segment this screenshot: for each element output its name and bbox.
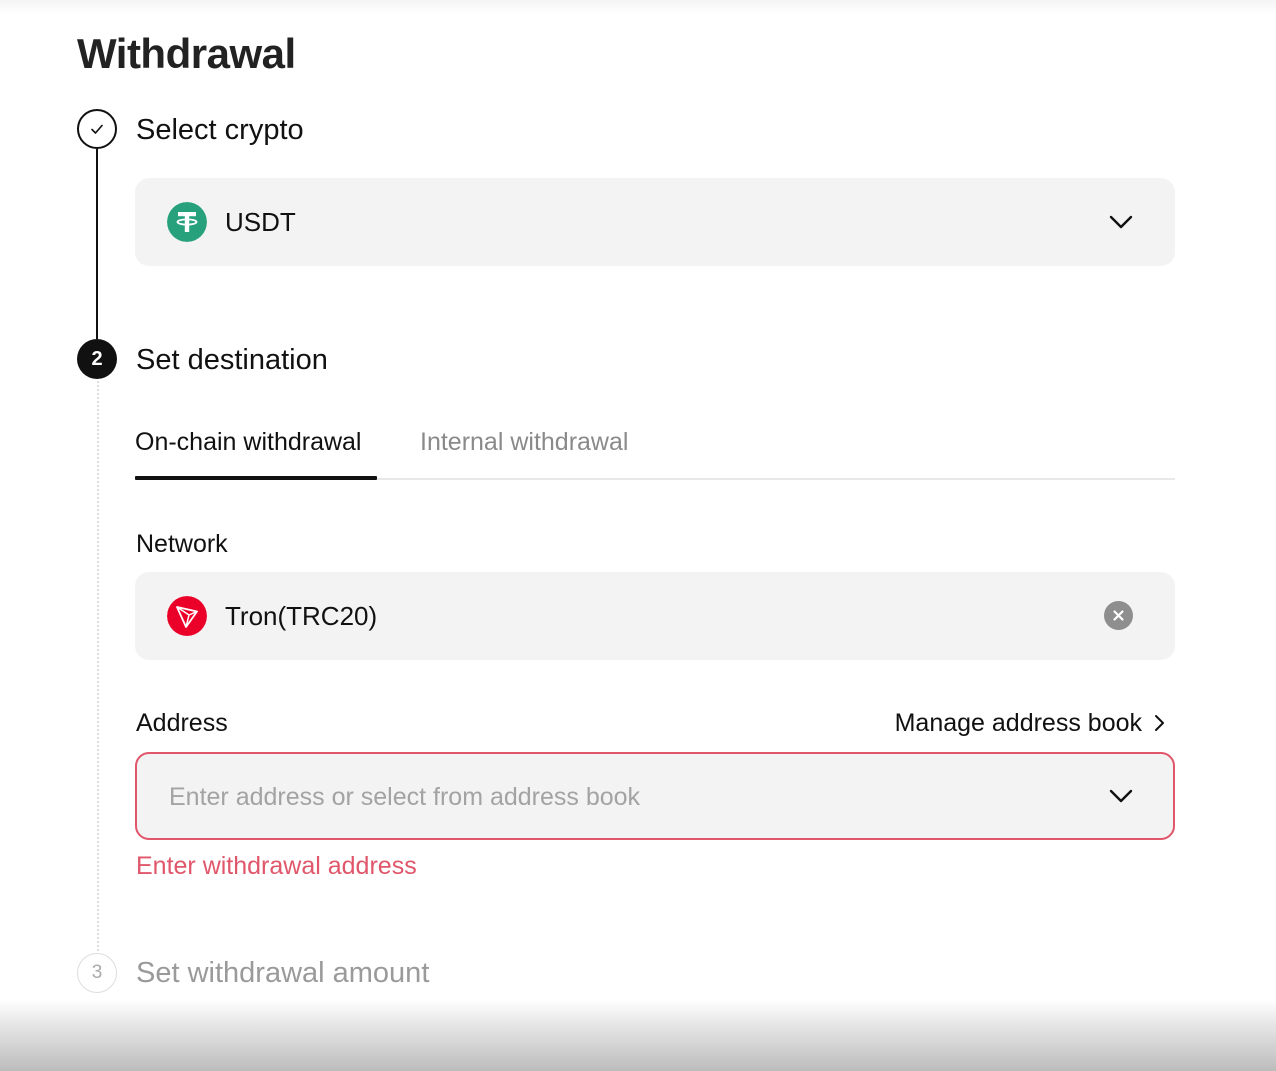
- network-label: Network: [136, 530, 228, 558]
- step-3-number: 3: [91, 962, 103, 983]
- step-1-title: Select crypto: [136, 114, 304, 146]
- step-connector-completed: [96, 149, 98, 339]
- chevron-down-icon[interactable]: [1107, 208, 1135, 236]
- chevron-right-icon: [1155, 715, 1164, 731]
- address-error-message: Enter withdrawal address: [136, 852, 417, 880]
- bottom-edge-shadow: [0, 1000, 1276, 1071]
- address-label: Address: [136, 709, 228, 737]
- step-connector-pending: [97, 381, 99, 951]
- withdrawal-type-tabs: On-chain withdrawal Internal withdrawal: [135, 420, 1175, 480]
- manage-address-book-link[interactable]: Manage address book: [895, 707, 1168, 739]
- selected-network-value: Tron(TRC20): [225, 601, 378, 631]
- step-2-active-indicator: 2: [77, 339, 117, 379]
- tab-onchain-withdrawal[interactable]: On-chain withdrawal: [135, 426, 362, 458]
- page-title: Withdrawal: [77, 30, 296, 77]
- step-2-number: 2: [91, 347, 103, 370]
- step-3-title: Set withdrawal amount: [136, 957, 430, 989]
- address-input[interactable]: [167, 774, 1071, 820]
- check-icon: [91, 124, 103, 134]
- address-field: [135, 752, 1175, 840]
- tether-icon: [167, 202, 207, 242]
- step-1-complete-indicator: [77, 109, 117, 149]
- network-select[interactable]: Tron(TRC20): [135, 572, 1175, 660]
- tron-icon: [167, 596, 207, 636]
- manage-address-book-label: Manage address book: [894, 709, 1142, 737]
- tab-internal-withdrawal[interactable]: Internal withdrawal: [420, 426, 628, 458]
- step-2-title: Set destination: [136, 344, 328, 376]
- crypto-select[interactable]: USDT: [135, 178, 1175, 266]
- step-3-upcoming-indicator: 3: [77, 953, 117, 993]
- clear-icon[interactable]: [1104, 601, 1133, 630]
- selected-crypto-value: USDT: [225, 207, 296, 237]
- active-tab-underline: [135, 476, 377, 480]
- top-edge-shadow: [0, 0, 1276, 14]
- chevron-down-icon[interactable]: [1107, 782, 1135, 810]
